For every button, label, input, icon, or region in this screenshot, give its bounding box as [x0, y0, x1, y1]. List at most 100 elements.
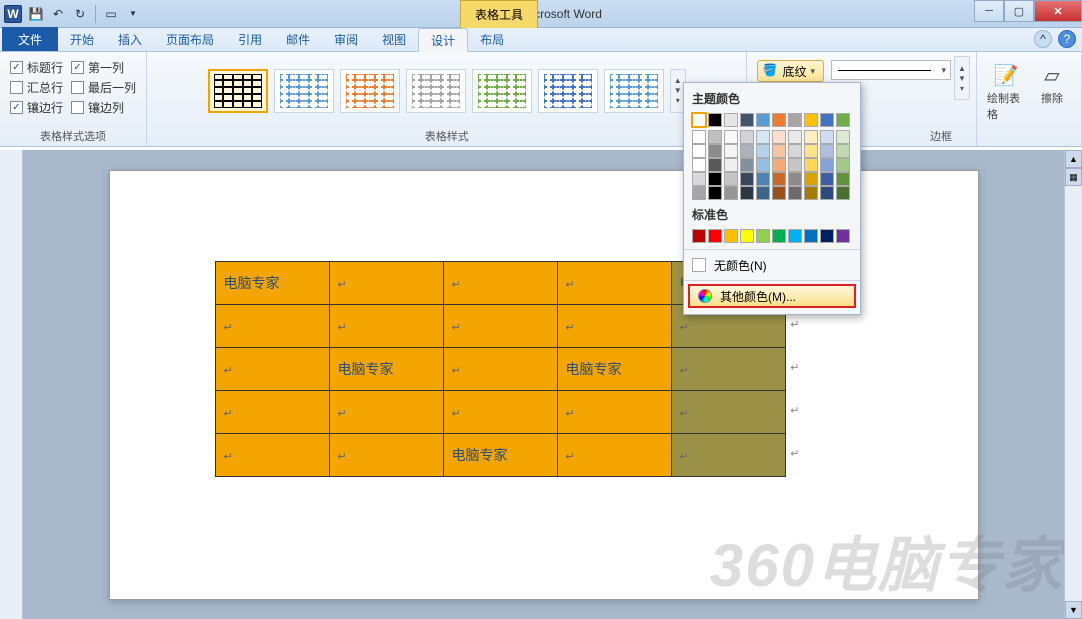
color-swatch[interactable] [740, 186, 754, 200]
table-cell[interactable]: ↵ [557, 434, 671, 477]
color-swatch[interactable] [820, 113, 834, 127]
table-cell[interactable]: ↵ [329, 391, 443, 434]
redo-icon[interactable]: ↻ [70, 4, 90, 24]
color-swatch[interactable] [740, 144, 754, 158]
check-total-row[interactable]: 汇总行 [10, 79, 63, 96]
color-swatch[interactable] [820, 229, 834, 243]
color-swatch[interactable] [756, 144, 770, 158]
more-colors-option[interactable]: 其他颜色(M)... [688, 284, 856, 308]
color-swatch[interactable] [836, 186, 850, 200]
color-swatch[interactable] [692, 186, 706, 200]
color-swatch[interactable] [788, 229, 802, 243]
table-cell[interactable]: ↵ [557, 391, 671, 434]
color-swatch[interactable] [708, 144, 722, 158]
color-swatch[interactable] [756, 113, 770, 127]
table-cell[interactable]: ↵ [557, 262, 671, 305]
tab-layout[interactable]: 页面布局 [154, 27, 226, 51]
check-first-column[interactable]: ✓第一列 [71, 59, 136, 76]
color-swatch[interactable] [788, 158, 802, 172]
tab-review[interactable]: 审阅 [322, 27, 370, 51]
minimize-button[interactable]: ─ [974, 0, 1004, 22]
color-swatch[interactable] [740, 158, 754, 172]
color-swatch[interactable] [724, 130, 738, 144]
tab-references[interactable]: 引用 [226, 27, 274, 51]
color-swatch[interactable] [772, 229, 786, 243]
doc-icon[interactable]: ▭ [101, 4, 121, 24]
color-swatch[interactable] [708, 172, 722, 186]
color-swatch[interactable] [836, 130, 850, 144]
table-style-gallery[interactable]: ▲▼▾ [204, 56, 690, 125]
table-cell[interactable]: ↵ [215, 391, 329, 434]
color-swatch[interactable] [788, 130, 802, 144]
color-swatch[interactable] [788, 144, 802, 158]
tab-home[interactable]: 开始 [58, 27, 106, 51]
color-swatch[interactable] [820, 186, 834, 200]
color-swatch[interactable] [740, 130, 754, 144]
table-cell[interactable]: ↵ [443, 305, 557, 348]
qat-dropdown-icon[interactable]: ▼ [123, 4, 143, 24]
maximize-button[interactable]: ▢ [1004, 0, 1034, 22]
color-swatch[interactable] [756, 186, 770, 200]
color-swatch[interactable] [756, 172, 770, 186]
table-cell[interactable]: ↵ [329, 305, 443, 348]
check-last-column[interactable]: 最后一列 [71, 79, 136, 96]
color-swatch[interactable] [724, 229, 738, 243]
color-swatch[interactable] [804, 186, 818, 200]
table-cell[interactable]: ↵↵ [671, 434, 785, 477]
color-swatch[interactable] [772, 113, 786, 127]
table-cell[interactable]: 电脑专家 [215, 262, 329, 305]
table-cell[interactable]: ↵ [557, 305, 671, 348]
draw-table-button[interactable]: 📝 绘制表格 [987, 60, 1025, 125]
color-swatch[interactable] [820, 172, 834, 186]
table-cell[interactable]: 电脑专家 [443, 434, 557, 477]
table-cell[interactable]: ↵ [215, 434, 329, 477]
style-thumb[interactable] [604, 69, 664, 113]
color-swatch[interactable] [772, 130, 786, 144]
tab-mail[interactable]: 邮件 [274, 27, 322, 51]
scroll-up-icon[interactable]: ▲ [1065, 150, 1082, 168]
color-swatch[interactable] [740, 229, 754, 243]
color-swatch[interactable] [692, 172, 706, 186]
color-swatch[interactable] [692, 158, 706, 172]
table-cell[interactable]: ↵↵ [671, 348, 785, 391]
color-swatch[interactable] [804, 172, 818, 186]
close-button[interactable]: ✕ [1034, 0, 1082, 22]
style-thumb[interactable] [208, 69, 268, 113]
color-swatch[interactable] [820, 158, 834, 172]
color-swatch[interactable] [804, 158, 818, 172]
style-thumb[interactable] [472, 69, 532, 113]
color-swatch[interactable] [804, 130, 818, 144]
color-swatch[interactable] [740, 113, 754, 127]
color-swatch[interactable] [820, 144, 834, 158]
color-swatch[interactable] [772, 186, 786, 200]
color-swatch[interactable] [788, 186, 802, 200]
color-swatch[interactable] [724, 186, 738, 200]
check-banded-columns[interactable]: 镶边列 [71, 99, 136, 116]
tab-view[interactable]: 视图 [370, 27, 418, 51]
table-cell[interactable]: ↵ [443, 262, 557, 305]
table-cell[interactable]: 电脑专家 [329, 348, 443, 391]
undo-icon[interactable]: ↶ [48, 4, 68, 24]
table-cell[interactable]: ↵↵ [671, 391, 785, 434]
color-swatch[interactable] [708, 113, 722, 127]
tab-design[interactable]: 设计 [418, 28, 468, 52]
color-swatch[interactable] [708, 158, 722, 172]
color-swatch[interactable] [836, 172, 850, 186]
color-swatch[interactable] [756, 130, 770, 144]
color-swatch[interactable] [724, 172, 738, 186]
color-swatch[interactable] [772, 172, 786, 186]
color-swatch[interactable] [724, 158, 738, 172]
color-swatch[interactable] [708, 186, 722, 200]
color-swatch[interactable] [788, 172, 802, 186]
table-cell[interactable]: ↵ [329, 434, 443, 477]
color-swatch[interactable] [756, 158, 770, 172]
style-thumb[interactable] [274, 69, 334, 113]
ruler-vertical[interactable] [0, 150, 23, 619]
no-color-option[interactable]: 无颜色(N) [684, 253, 860, 277]
table-cell[interactable]: ↵ [443, 348, 557, 391]
table-cell[interactable]: 电脑专家 [557, 348, 671, 391]
scrollbar-vertical[interactable]: ▲ ▦ ▼ [1064, 150, 1082, 619]
color-swatch[interactable] [724, 144, 738, 158]
color-swatch[interactable] [836, 113, 850, 127]
color-swatch[interactable] [836, 158, 850, 172]
